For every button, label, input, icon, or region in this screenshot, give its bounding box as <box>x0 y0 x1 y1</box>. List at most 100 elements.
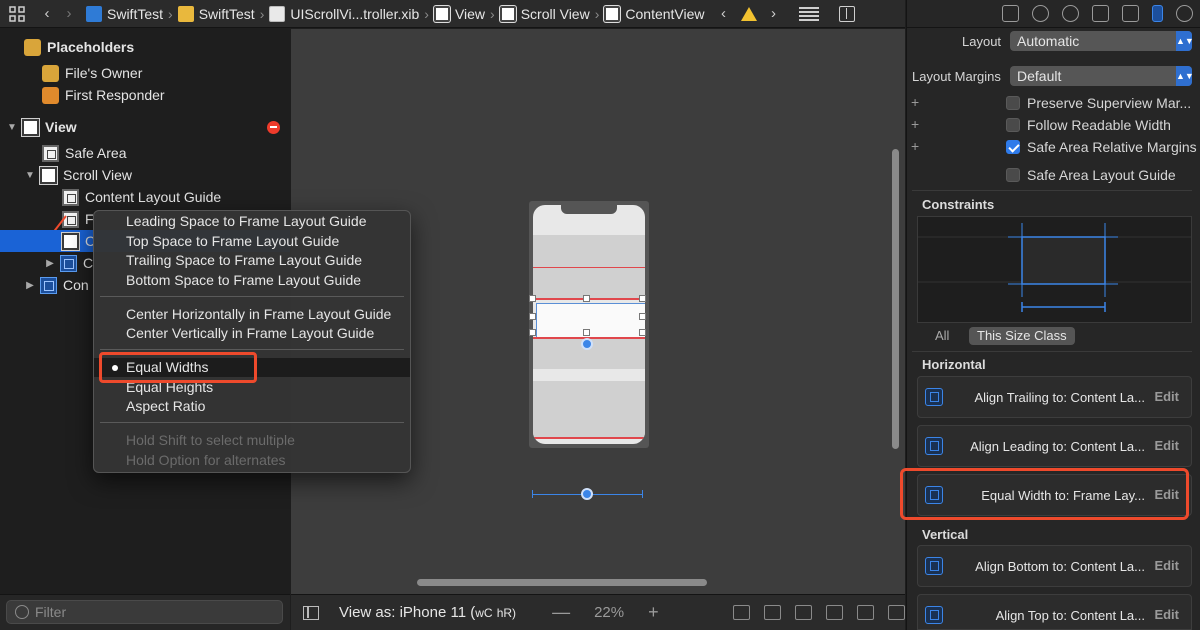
iphone-frame[interactable] <box>529 201 649 448</box>
history-inspector-icon[interactable] <box>1032 5 1049 22</box>
resize-handle[interactable] <box>529 313 536 320</box>
align-icon[interactable] <box>794 605 812 620</box>
error-icon[interactable] <box>267 120 280 134</box>
breadcrumb-content-view[interactable]: ContentView <box>604 3 705 25</box>
forward-arrow-icon[interactable]: › <box>58 3 80 25</box>
breadcrumb-scroll-view[interactable]: Scroll View › <box>499 3 605 25</box>
content-view-selection[interactable] <box>536 303 645 338</box>
resize-handle[interactable] <box>529 295 536 302</box>
segment-all[interactable]: All <box>935 327 949 345</box>
menu-item-top-space[interactable]: Top Space to Frame Layout Guide <box>94 232 410 251</box>
outline-row-scroll-view[interactable]: ▼ Scroll View <box>0 164 290 186</box>
breadcrumb-view[interactable]: View › <box>433 3 500 25</box>
outline-row-safe-area[interactable]: Safe Area <box>0 142 290 164</box>
constraint-align-trailing[interactable]: Align Trailing to: Content La... Edit <box>917 376 1192 418</box>
resize-handle[interactable] <box>529 329 536 336</box>
follow-readable-width-checkbox[interactable]: Follow Readable Width <box>1006 117 1171 133</box>
add-editor-icon[interactable] <box>838 5 855 22</box>
menu-item-center-horizontally[interactable]: Center Horizontally in Frame Layout Guid… <box>94 305 410 324</box>
equal-width-constraint-badge[interactable] <box>581 488 593 500</box>
menu-item-leading-space[interactable]: Leading Space to Frame Layout Guide <box>94 212 410 231</box>
layout-tools <box>732 605 905 620</box>
disclosure-closed-icon[interactable]: ▶ <box>44 258 56 269</box>
equal-width-constraint-badge[interactable] <box>581 338 593 350</box>
outline-row-label: Scroll View <box>63 167 132 183</box>
editor-options-icon[interactable] <box>798 6 819 21</box>
menu-item-aspect-ratio[interactable]: Aspect Ratio <box>94 397 410 416</box>
vertical-scrollbar[interactable] <box>892 149 899 449</box>
add-constraints-icon[interactable] <box>825 605 843 620</box>
embed-in-stack-icon[interactable] <box>763 605 781 620</box>
horizontal-scrollbar[interactable] <box>417 579 707 586</box>
checkbox-box[interactable] <box>1006 168 1020 182</box>
segment-this-size-class[interactable]: This Size Class <box>969 327 1075 345</box>
breadcrumb-project[interactable]: SwiftTest › <box>86 3 178 25</box>
view-as-device-button[interactable]: View as: iPhone 11 (wC hR) <box>339 604 516 621</box>
checkbox-label: Safe Area Relative Margins <box>1027 139 1197 155</box>
constraint-align-top[interactable]: Align Top to: Content La... Edit <box>917 594 1192 630</box>
outline-row-view[interactable]: ▼ View <box>0 116 290 138</box>
zoom-level[interactable]: 22% <box>594 604 624 621</box>
checkbox-box-checked[interactable] <box>1006 140 1020 154</box>
connections-inspector-icon[interactable] <box>1176 5 1193 22</box>
breadcrumb-file[interactable]: UIScrollVi...troller.xib › <box>269 3 434 25</box>
edit-constraint-button[interactable]: Edit <box>1154 389 1179 404</box>
update-frames-icon[interactable] <box>732 605 750 620</box>
outline-row-content-layout-guide[interactable]: Content Layout Guide <box>0 186 290 208</box>
layout-margins-popup[interactable]: Default ▲▼ <box>1010 66 1194 86</box>
warning-icon[interactable] <box>740 6 757 21</box>
edit-constraint-button[interactable]: Edit <box>1154 438 1179 453</box>
resize-handle[interactable] <box>583 295 590 302</box>
outline-row-first-responder[interactable]: First Responder <box>0 84 290 106</box>
checkbox-box[interactable] <box>1006 96 1020 110</box>
safe-area-layout-guide-checkbox[interactable]: Safe Area Layout Guide <box>1006 167 1176 183</box>
resolve-issues-icon[interactable] <box>856 605 874 620</box>
safe-area-relative-margins-checkbox[interactable]: Safe Area Relative Margins <box>1006 139 1197 155</box>
preserve-superview-margins-checkbox[interactable]: Preserve Superview Mar... <box>1006 95 1191 111</box>
breadcrumb-separator: › <box>594 5 600 22</box>
outline-row-placeholders[interactable]: Placeholders <box>0 36 290 58</box>
outline-row-label: Safe Area <box>65 145 127 161</box>
menu-item-center-vertically[interactable]: Center Vertically in Frame Layout Guide <box>94 324 410 343</box>
add-variation-icon[interactable]: + <box>911 94 919 110</box>
back-arrow-icon[interactable]: ‹ <box>36 3 58 25</box>
resize-handle[interactable] <box>639 329 646 336</box>
popup-chevron-icon: ▲▼ <box>1176 31 1194 51</box>
disclosure-open-icon[interactable]: ▼ <box>6 122 18 133</box>
add-variation-icon[interactable]: + <box>911 116 919 132</box>
outline-row-files-owner[interactable]: File's Owner <box>0 62 290 84</box>
breadcrumb-folder[interactable]: SwiftTest › <box>177 3 270 25</box>
zoom-in-button[interactable]: + <box>648 602 659 623</box>
size-inspector-icon[interactable] <box>1152 5 1163 22</box>
edit-constraint-button[interactable]: Edit <box>1154 607 1179 622</box>
checkbox-box[interactable] <box>1006 118 1020 132</box>
toggle-outline-icon[interactable] <box>303 605 319 620</box>
zoom-out-button[interactable]: — <box>552 602 570 623</box>
menu-separator <box>100 349 404 350</box>
edit-constraint-button[interactable]: Edit <box>1154 558 1179 573</box>
resize-handle[interactable] <box>583 329 590 336</box>
resize-handle[interactable] <box>639 313 646 320</box>
related-items-grid-icon[interactable] <box>6 3 28 25</box>
identity-inspector-icon[interactable] <box>1092 5 1109 22</box>
menu-item-trailing-space[interactable]: Trailing Space to Frame Layout Guide <box>94 251 410 270</box>
device-screen[interactable] <box>533 205 645 444</box>
constraint-align-leading[interactable]: Align Leading to: Content La... Edit <box>917 425 1192 467</box>
width-dimension-tick <box>532 490 533 498</box>
attributes-inspector-icon[interactable] <box>1122 5 1139 22</box>
constraint-align-bottom[interactable]: Align Bottom to: Content La... Edit <box>917 545 1192 587</box>
embed-in-icon[interactable] <box>887 605 905 620</box>
previous-issue-icon[interactable]: ‹ <box>713 3 735 25</box>
next-issue-icon[interactable]: › <box>763 3 785 25</box>
disclosure-open-icon[interactable]: ▼ <box>24 170 36 181</box>
file-inspector-icon[interactable] <box>1002 5 1019 22</box>
add-variation-icon[interactable]: + <box>911 138 919 154</box>
inspector-tabs <box>907 0 1200 28</box>
quick-help-icon[interactable] <box>1062 5 1079 22</box>
constraints-diagram[interactable] <box>917 216 1192 323</box>
layout-popup[interactable]: Automatic ▲▼ <box>1010 31 1194 51</box>
disclosure-closed-icon[interactable]: ▶ <box>24 280 36 291</box>
resize-handle[interactable] <box>639 295 646 302</box>
menu-item-bottom-space[interactable]: Bottom Space to Frame Layout Guide <box>94 271 410 290</box>
filter-input[interactable]: Filter <box>6 600 283 624</box>
